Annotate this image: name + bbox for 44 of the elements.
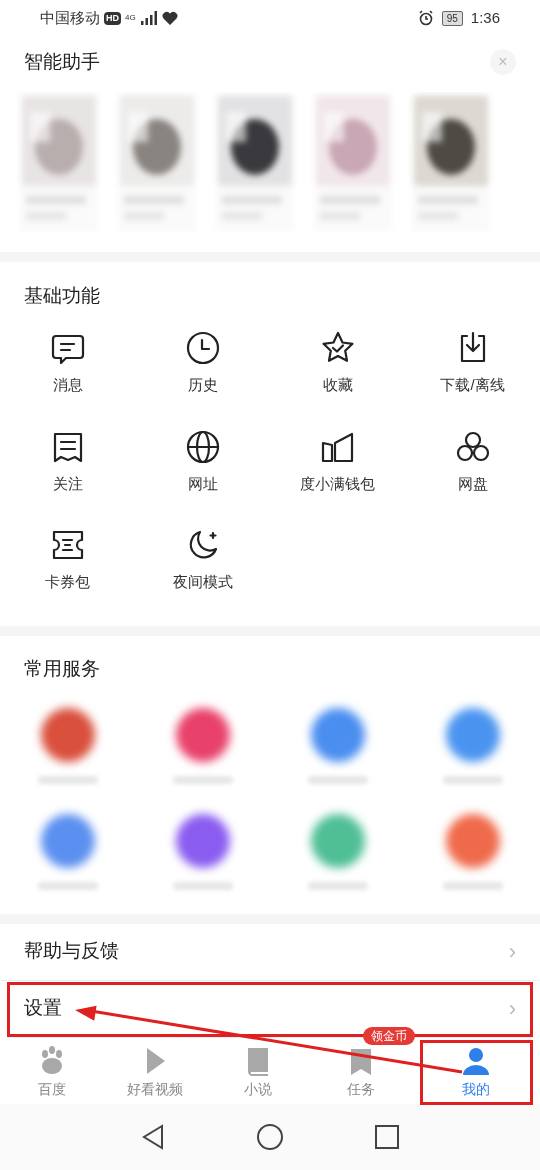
section-title: 常用服务 [24,657,100,682]
feature-label: 度小满钱包 [300,473,375,494]
feature-item[interactable]: 历史 [135,330,270,397]
tab-item[interactable]: 任务 [309,1044,413,1100]
menu-row[interactable]: 帮助与反馈 › [0,923,540,981]
feature-item[interactable]: 网址 [135,428,270,495]
section-title: 基础功能 [24,283,100,308]
feature-label: 网盘 [457,473,488,494]
menu-label: 帮助与反馈 [24,939,119,964]
feature-label: 网址 [187,473,218,494]
tab-item[interactable]: 百度 [0,1044,104,1100]
feature-item[interactable]: 关注 [0,428,135,495]
feature-label: 下载/离线 [440,375,505,395]
tab-item[interactable]: 我的 [424,1044,528,1100]
feature-item[interactable]: 度小满钱包 [270,428,405,495]
section-title: 智能助手 [24,49,100,74]
chevron-icon: › [508,992,516,1025]
feature-item[interactable]: 夜间模式 [135,527,270,594]
tab-label: 我的 [462,1079,491,1099]
feature-item[interactable]: 下载/离线 [405,330,540,397]
feature-item[interactable]: 收藏 [270,330,405,397]
feature-label: 历史 [187,375,218,395]
carrier-name: 中国移动 [40,7,100,28]
tab-label: 任务 [347,1079,376,1099]
feature-label: 关注 [52,473,83,494]
badge: 领金币 [363,1026,416,1045]
clock-time: 1:36 [470,7,500,28]
menu-label: 设置 [24,996,62,1021]
tab-item[interactable]: 小说 [206,1044,310,1100]
feature-label: 夜间模式 [172,572,233,592]
chevron-icon: › [508,935,516,968]
tab-label: 小说 [244,1079,272,1099]
network-type: 4G [125,14,136,22]
battery-level: 95 [441,10,463,26]
tab-item[interactable]: 好看视频 [103,1044,207,1100]
feature-item[interactable]: 网盘 [405,428,540,495]
feature-label: 收藏 [322,375,353,395]
feature-item[interactable]: 卡券包 [0,527,135,594]
feature-label: 消息 [52,375,83,395]
hd-badge: HD [104,11,121,25]
tab-label: 百度 [37,1079,66,1099]
feature-label: 卡券包 [45,572,90,592]
feature-item[interactable]: 消息 [0,330,135,397]
tab-label: 好看视频 [126,1079,183,1099]
